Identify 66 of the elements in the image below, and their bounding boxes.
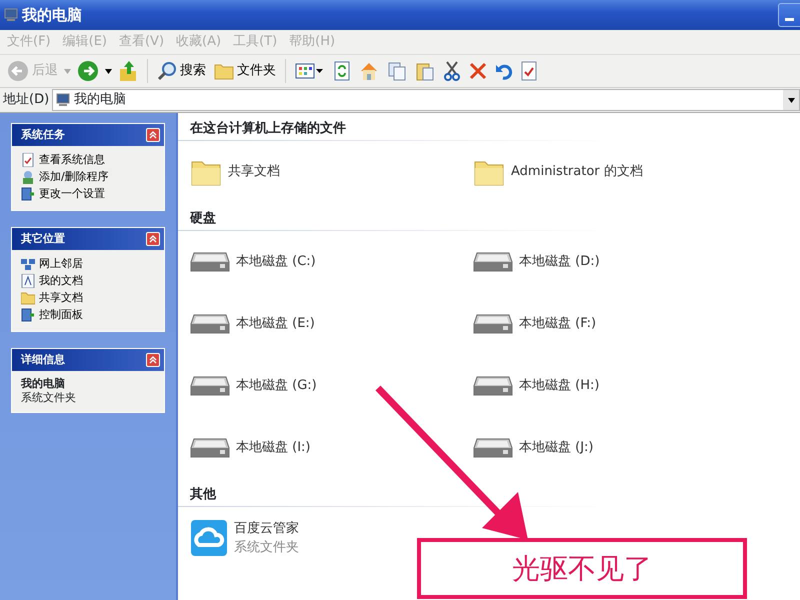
item-label[interactable]: Administrator 的文档 bbox=[511, 162, 643, 182]
collapse-button[interactable] bbox=[146, 232, 160, 246]
cut-button[interactable] bbox=[441, 61, 463, 81]
address-label: 地址(D) bbox=[3, 91, 50, 110]
annotation-text: 光驱不见了 bbox=[512, 550, 652, 586]
address-field[interactable]: 我的电脑 bbox=[52, 89, 800, 111]
item-label[interactable]: 百度云管家 bbox=[234, 518, 299, 538]
copy-icon bbox=[387, 61, 407, 81]
computer-icon bbox=[56, 93, 70, 107]
item-label[interactable]: 本地磁盘 (D:) bbox=[519, 252, 600, 272]
item-label[interactable]: 本地磁盘 (F:) bbox=[519, 314, 596, 334]
delete-button[interactable] bbox=[467, 62, 489, 80]
install-program-icon bbox=[21, 170, 35, 184]
sidebar-link[interactable]: 添加/删除程序 bbox=[21, 169, 155, 185]
item-label[interactable]: 本地磁盘 (E:) bbox=[236, 314, 315, 334]
dropdown-caret-icon[interactable] bbox=[105, 68, 112, 74]
properties-button[interactable] bbox=[519, 61, 539, 81]
folder-icon bbox=[214, 62, 234, 80]
item-label[interactable]: 本地磁盘 (H:) bbox=[519, 376, 600, 396]
minimize-button[interactable] bbox=[778, 3, 800, 27]
folders-button[interactable]: 文件夹 bbox=[212, 61, 278, 81]
chevron-up-icon bbox=[149, 235, 157, 243]
document-icon bbox=[21, 274, 35, 288]
detail-name: 我的电脑 bbox=[21, 377, 66, 390]
panel-title: 其它位置 bbox=[21, 230, 65, 247]
clipboard-icon bbox=[415, 61, 435, 81]
refresh-icon bbox=[333, 61, 351, 81]
search-icon bbox=[157, 61, 177, 81]
item-label[interactable]: 本地磁盘 (J:) bbox=[519, 438, 594, 458]
search-button[interactable]: 搜索 bbox=[155, 61, 208, 81]
network-icon bbox=[21, 257, 35, 271]
properties-icon bbox=[521, 61, 537, 81]
delete-x-icon bbox=[469, 62, 487, 80]
house-icon bbox=[359, 61, 379, 81]
item-label[interactable]: 本地磁盘 (G:) bbox=[236, 376, 317, 396]
sidebar-link[interactable]: 网上邻居 bbox=[21, 256, 155, 272]
panel-title: 详细信息 bbox=[21, 352, 65, 368]
views-icon bbox=[295, 62, 325, 80]
computer-icon bbox=[4, 8, 18, 22]
dropdown-caret-icon[interactable] bbox=[788, 98, 794, 102]
panel-title: 系统任务 bbox=[21, 126, 65, 143]
sidebar-link[interactable]: 更改一个设置 bbox=[21, 186, 155, 202]
item-subtitle: 系统文件夹 bbox=[234, 539, 299, 557]
control-panel-icon bbox=[21, 308, 35, 322]
collapse-button[interactable] bbox=[146, 128, 160, 142]
cloud-app-icon[interactable] bbox=[190, 519, 228, 557]
sidebar-link[interactable]: 控制面板 bbox=[21, 307, 155, 323]
folder-icon bbox=[21, 291, 35, 305]
window-title: 我的电脑 bbox=[22, 4, 82, 26]
item-label[interactable]: 本地磁盘 (I:) bbox=[236, 438, 310, 458]
sidebar-link[interactable]: 共享文档 bbox=[21, 290, 155, 306]
undo-button[interactable] bbox=[493, 62, 515, 80]
item-label[interactable]: 本地磁盘 (C:) bbox=[236, 252, 316, 272]
scissors-icon bbox=[443, 61, 461, 81]
forward-button[interactable] bbox=[75, 60, 101, 82]
collapse-button[interactable] bbox=[146, 353, 160, 367]
item-label[interactable]: 共享文档 bbox=[228, 162, 280, 182]
up-folder-icon bbox=[118, 60, 138, 82]
chevron-up-icon bbox=[149, 356, 157, 364]
undo-arrow-icon bbox=[495, 62, 513, 80]
control-panel-icon bbox=[21, 187, 35, 201]
sidebar-link[interactable]: 查看系统信息 bbox=[21, 152, 155, 168]
detail-type: 系统文件夹 bbox=[21, 391, 77, 404]
chevron-up-icon bbox=[149, 131, 157, 139]
info-document-icon bbox=[21, 153, 35, 167]
sidebar-link[interactable]: 我的文档 bbox=[21, 273, 155, 289]
